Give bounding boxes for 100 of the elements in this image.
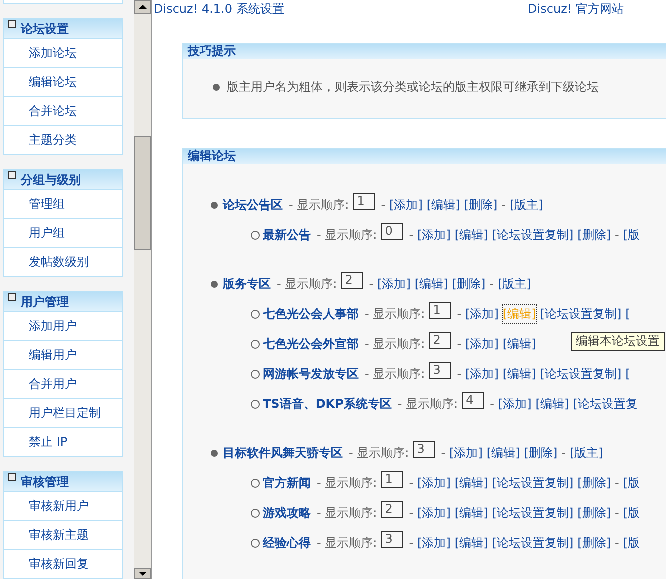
action-link[interactable]: [删除] [524,444,558,462]
order-field[interactable]: 2 [341,272,364,288]
separator-dash: - [490,276,494,293]
action-link[interactable]: [论坛设置复制] [492,534,574,552]
action-link[interactable]: [添加] [378,275,411,293]
action-link[interactable]: [编辑] [454,226,488,244]
section-header[interactable]: 用户管理 [4,292,122,311]
sidebar-link[interactable]: 编辑用户 [4,340,122,369]
separator-dash: - [615,227,620,244]
sidebar-link[interactable]: 审核新主题 [4,520,122,549]
action-link[interactable]: [添加] [498,395,532,413]
tip-text: 版主用户名为粗体，则表示该分类或论坛的版主权限可继承到下级论坛 [227,79,599,96]
sidebar-link[interactable]: 禁止 IP [4,427,122,456]
scroll-thumb[interactable] [134,136,151,250]
circle-bullet-icon [251,340,260,348]
order-field[interactable]: 1 [381,470,404,488]
order-label: - 显示顺序: [317,227,378,244]
order-field[interactable]: 3 [429,362,452,378]
action-link[interactable]: [删除] [578,474,612,492]
section-header[interactable]: 论坛设置 [4,19,122,38]
official-site-link[interactable]: Discuz! 官方网站 [528,0,624,15]
action-link[interactable]: [编辑] [454,474,488,492]
sidebar-link[interactable]: 添加论坛 [4,38,122,67]
action-link[interactable]: [删除] [578,534,612,552]
action-link[interactable]: [版主] [510,196,544,214]
action-link[interactable]: [删除] [464,196,498,214]
action-link[interactable]: [版主] [498,275,532,293]
sidebar-link[interactable]: 用户栏目定制 [4,398,122,427]
order-field[interactable]: 0 [381,222,404,240]
sidebar-link[interactable]: 管理组 [4,189,122,218]
action-link[interactable]: [添加] [418,474,451,492]
action-link[interactable]: [版 [623,226,640,244]
order-label: - 显示顺序: [317,505,378,522]
separator-dash: - [562,445,566,462]
order-field[interactable]: 3 [381,530,404,548]
forum-name-link[interactable]: 七色光公会外宣部 [263,335,359,353]
action-link[interactable]: [删除] [578,226,612,244]
action-link[interactable]: [版 [623,534,640,552]
action-link[interactable]: [论坛设置复 [573,395,638,413]
action-link[interactable]: [编辑] [454,534,488,552]
sidebar-link[interactable]: 用户组 [4,218,122,247]
scrollbar[interactable] [134,0,151,579]
action-link[interactable]: [版 [623,474,640,492]
section-header[interactable]: 分组与级别 [4,170,122,189]
action-link[interactable]: [删除] [452,275,486,293]
action-link[interactable]: [添加] [466,305,499,323]
scroll-down-button[interactable] [134,568,151,579]
order-field[interactable]: 4 [462,392,484,408]
forum-name-link[interactable]: 游戏攻略 [263,504,311,522]
action-link[interactable]: [论坛设置复制] [492,474,574,492]
action-link[interactable]: [版 [623,504,640,522]
forum-name-link[interactable]: 经验心得 [263,534,311,552]
order-field[interactable]: 2 [381,500,404,518]
sidebar-link[interactable]: 编辑论坛 [4,67,122,96]
order-label: - 显示顺序: [365,306,426,323]
forum-name-link[interactable]: 版务专区 [223,275,271,293]
action-link[interactable]: [添加] [418,226,451,244]
action-link[interactable]: [添加] [390,196,423,214]
sidebar-link[interactable]: 合并论坛 [4,96,122,125]
action-link[interactable]: [版主] [570,444,604,462]
order-field[interactable]: 1 [429,302,452,318]
action-link[interactable]: [编辑] [486,444,520,462]
forum-name-link[interactable]: 官方新闻 [263,474,311,492]
order-label: - 显示顺序: [365,336,426,353]
sidebar-link[interactable]: 审核新用户 [4,491,122,520]
sidebar-link[interactable]: 添加用户 [4,311,122,340]
action-link[interactable]: [论坛设置复制] [540,305,622,323]
sidebar-link[interactable]: 合并用户 [4,369,122,398]
action-link[interactable]: [编辑] [502,335,536,353]
action-link[interactable]: [论坛设置复制] [492,504,574,522]
sidebar-link[interactable]: 审核新回复 [4,549,122,578]
forum-name-link[interactable]: 网游帐号发放专区 [263,365,359,383]
action-link[interactable]: [编辑] [454,504,488,522]
forum-name-link[interactable]: 目标软件风舞天骄专区 [223,444,343,462]
action-link[interactable]: [ [626,305,630,323]
section-header[interactable]: 审核管理 [4,472,122,491]
action-link[interactable]: [编辑] [502,365,536,383]
action-link[interactable]: [ [626,365,630,383]
scroll-up-button[interactable] [134,0,151,14]
action-link[interactable]: [添加] [418,534,451,552]
action-link[interactable]: [添加] [418,504,451,522]
forum-name-link[interactable]: 七色光公会人事部 [263,305,359,323]
action-link[interactable]: [编辑] [536,395,570,413]
sidebar-link[interactable]: 主题分类 [4,125,122,154]
action-link[interactable]: [论坛设置复制] [540,365,622,383]
action-link[interactable]: [论坛设置复制] [492,226,574,244]
order-field[interactable]: 1 [353,192,376,210]
forum-name-link[interactable]: 论坛公告区 [223,196,283,214]
action-link[interactable]: [添加] [450,444,483,462]
forum-name-link[interactable]: TS语音、DKP系统专区 [263,395,392,413]
action-link[interactable]: [删除] [578,504,612,522]
square-icon [8,20,16,28]
action-link[interactable]: [编辑] [426,196,460,214]
sidebar-link[interactable]: 发帖数级别 [4,247,122,276]
forum-name-link[interactable]: 最新公告 [263,226,311,244]
action-link[interactable]: [编辑] [414,275,448,293]
order-field[interactable]: 3 [413,440,436,458]
action-link[interactable]: [添加] [466,365,499,383]
action-link[interactable]: [添加] [466,335,499,353]
order-field[interactable]: 2 [429,332,452,348]
